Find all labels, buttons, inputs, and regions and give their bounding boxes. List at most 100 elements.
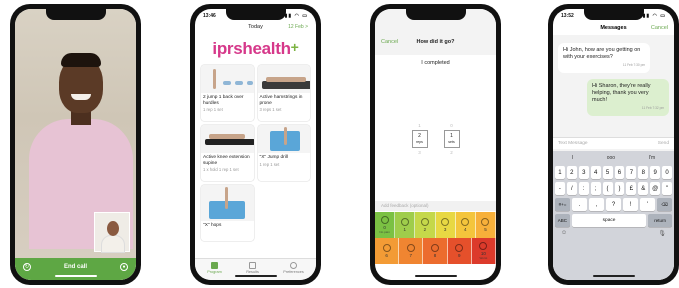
keyboard-key[interactable]: 8: [638, 166, 649, 179]
pain-level-number: 3: [443, 227, 447, 232]
tab-program[interactable]: Program: [207, 262, 222, 274]
pain-level-option[interactable]: 9: [447, 238, 472, 264]
key-return[interactable]: return: [648, 214, 673, 227]
date-nav-button[interactable]: 12 Feb >: [288, 24, 308, 30]
keyboard-key[interactable]: ): [614, 182, 625, 195]
keyboard-key[interactable]: (: [602, 182, 613, 195]
keyboard-key[interactable]: .: [572, 198, 587, 211]
keyboard-key[interactable]: 4: [590, 166, 601, 179]
keyboard-key[interactable]: 6: [614, 166, 625, 179]
messages-nav: Messages Cancel: [553, 21, 674, 34]
keyboard-key[interactable]: #+=: [555, 198, 570, 211]
logo-text: iprshealth: [212, 39, 291, 58]
suggestion[interactable]: I: [572, 155, 573, 161]
keyboard-key[interactable]: ;: [590, 182, 601, 195]
pain-level-label: No pain: [379, 230, 390, 234]
exercise-title: Active hamstrings in prone: [259, 95, 303, 106]
pain-scale-row-bottom: 6 7 8 9 10 Worst: [375, 238, 496, 264]
results-icon: [249, 262, 257, 269]
keyboard-key[interactable]: /: [566, 182, 577, 195]
keyboard-key[interactable]: !: [623, 198, 638, 211]
pain-level-option[interactable]: 2: [415, 212, 436, 238]
face-icon: [461, 218, 470, 226]
exercise-image: [201, 65, 254, 93]
status-icons: ▮▮ ◠ ▭: [642, 13, 666, 19]
feedback-input[interactable]: Add feedback (optional): [375, 201, 496, 211]
keyboard-key[interactable]: ": [662, 182, 673, 195]
exercise-card[interactable]: 2 jump 1 back over hurdles 1 rep 1 set: [201, 65, 254, 121]
pain-level-option[interactable]: 3: [435, 212, 456, 238]
keyboard-key[interactable]: ,: [589, 198, 604, 211]
pain-level-option[interactable]: 1: [395, 212, 416, 238]
keyboard-key[interactable]: 9: [650, 166, 661, 179]
keyboard-key[interactable]: :: [578, 182, 589, 195]
program-header: Today 12 Feb >: [195, 21, 316, 33]
pain-level-option[interactable]: 6: [375, 238, 400, 264]
face-icon: [431, 244, 439, 252]
exercise-card[interactable]: Active hamstrings in prone 3 reps 1 set: [257, 65, 310, 121]
remote-participant: [29, 39, 133, 249]
face-icon: [400, 218, 409, 226]
sets-unit: sets: [448, 140, 455, 144]
notch: [225, 9, 286, 20]
emoji-icon[interactable]: ☺: [561, 230, 567, 237]
end-call-button[interactable]: End call: [64, 264, 87, 270]
keyboard-key[interactable]: 0: [662, 166, 673, 179]
key-abc[interactable]: ABC: [555, 214, 570, 227]
keyboard-key[interactable]: 2: [566, 166, 577, 179]
keyboard-key[interactable]: £: [626, 182, 637, 195]
message-timestamp: 11 Feb 7:30 pm: [622, 63, 645, 67]
suggestion[interactable]: ooo: [607, 155, 615, 161]
camera-switch-icon[interactable]: ↻: [23, 263, 31, 271]
completion-question: I completed: [421, 60, 450, 66]
modal-title: How did it go?: [416, 39, 455, 45]
keyboard-key[interactable]: &: [638, 182, 649, 195]
pain-level-option[interactable]: 0 No pain: [375, 212, 396, 238]
pain-level-label: Worst: [479, 256, 488, 260]
keyboard-bottom-row: ABC space return: [555, 214, 673, 227]
keyboard-key[interactable]: 1: [554, 166, 565, 179]
exercise-card[interactable]: "X" hops: [201, 185, 254, 241]
reps-picker[interactable]: 1 2 reps 3: [411, 123, 428, 155]
notch: [405, 9, 466, 20]
pain-level-option[interactable]: 10 Worst: [471, 238, 496, 264]
exercise-card[interactable]: Active knee extension supine 1 x hold 1 …: [201, 125, 254, 181]
keyboard-key[interactable]: ': [640, 198, 655, 211]
home-indicator: [234, 275, 277, 277]
pain-level-option[interactable]: 4: [455, 212, 476, 238]
reps-value: 2: [418, 133, 421, 139]
exercise-card[interactable]: "X" Jump drill 1 rep 1 set: [257, 125, 310, 181]
exercise-image: [257, 125, 310, 153]
sets-picker[interactable]: 0 1 sets 2: [443, 123, 460, 155]
exercise-sets: 3 reps 1 set: [259, 107, 282, 112]
keyboard-key[interactable]: 5: [602, 166, 613, 179]
keyboard-key[interactable]: -: [554, 182, 565, 195]
microphone-icon[interactable]: 🎙: [658, 230, 666, 237]
keyboard: I ooo I'm 1 2 3 4 5 6 7 8 9 0- /:;() £ & @ " #+=.,?! ' ⌫ …: [553, 151, 674, 280]
pain-level-option[interactable]: 8: [423, 238, 448, 264]
exercise-title: Active knee extension supine: [203, 155, 250, 166]
self-view-pip[interactable]: [94, 212, 130, 253]
face-icon: [481, 218, 490, 226]
pain-level-option[interactable]: 7: [399, 238, 424, 264]
keyboard-key[interactable]: ⌫: [657, 198, 672, 211]
exercise-title: 2 jump 1 back over hurdles: [203, 95, 244, 106]
tab-results[interactable]: Results: [246, 262, 259, 274]
send-button[interactable]: Send: [658, 141, 669, 146]
message-text: Hi John, how are you getting on with you…: [563, 47, 641, 60]
tab-preferences[interactable]: Preferences: [283, 262, 304, 274]
keyboard-key[interactable]: 7: [626, 166, 637, 179]
exercise-sets: 1 rep 1 set: [203, 107, 223, 112]
mute-icon[interactable]: ●: [119, 263, 128, 271]
suggestion[interactable]: I'm: [649, 155, 656, 161]
message-input[interactable]: Text Message: [558, 141, 588, 146]
keyboard-key[interactable]: 3: [578, 166, 589, 179]
program-screen: 13:46 ▮▮ ◠ ▭ Today 12 Feb > iprshealth+: [195, 9, 316, 280]
keyboard-key[interactable]: @: [650, 182, 661, 195]
pain-level-option[interactable]: 5: [475, 212, 496, 238]
keyboard-key[interactable]: ?: [606, 198, 621, 211]
key-space[interactable]: space: [571, 214, 647, 227]
completion-pickers: 1 2 reps 3 0 1 sets 2: [375, 123, 496, 155]
sets-value: 1: [450, 133, 453, 139]
gear-icon: [290, 262, 298, 269]
